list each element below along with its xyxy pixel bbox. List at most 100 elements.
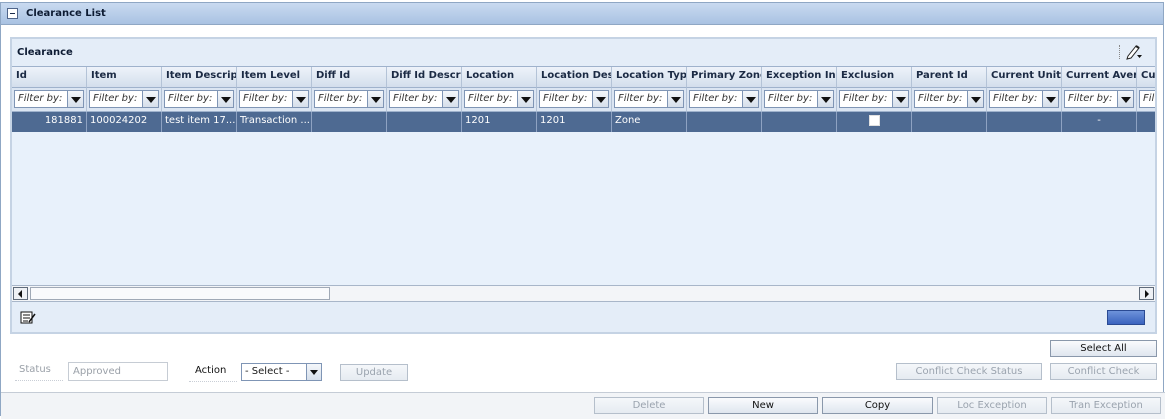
filter-dropdown[interactable]: Filter by: [689, 90, 759, 108]
filter-dropdown[interactable]: Filter by: [614, 90, 684, 108]
scroll-left-icon[interactable] [13, 287, 28, 300]
horizontal-scrollbar[interactable] [12, 285, 1155, 302]
table-cell: 1201 [462, 112, 537, 132]
scrollbar-thumb[interactable] [30, 287, 330, 300]
action-select[interactable]: - Select - [241, 363, 322, 381]
column-header[interactable]: Current Unit R [987, 67, 1062, 88]
column-header[interactable]: Diff Id Descrip [387, 67, 462, 88]
column-header[interactable]: Exclusion [837, 67, 912, 88]
filter-dropdown[interactable]: Filter by: [539, 90, 609, 108]
column-header[interactable]: Primary Zone [687, 67, 762, 88]
chevron-down-icon[interactable] [817, 91, 833, 107]
filter-placeholder: Filter by: [918, 93, 963, 104]
column-header[interactable]: Location Desc [537, 67, 612, 88]
column-header[interactable]: Id [12, 67, 87, 88]
loc-exception-button[interactable]: Loc Exception [937, 397, 1047, 414]
column-filter: Filter by: [987, 88, 1062, 112]
table-cell [762, 112, 837, 132]
table-cell [387, 112, 462, 132]
conflict-check-status-button[interactable]: Conflict Check Status [896, 363, 1042, 380]
table-cell: - [1062, 112, 1137, 132]
filter-dropdown[interactable]: Filter by: [839, 90, 909, 108]
column-header[interactable]: Item [87, 67, 162, 88]
toolbar-divider [1119, 45, 1121, 59]
exclusion-checkbox[interactable] [868, 115, 880, 126]
tran-exception-button[interactable]: Tran Exception [1051, 397, 1161, 414]
column-header[interactable]: Diff Id [312, 67, 387, 88]
column-header[interactable]: Parent Id [912, 67, 987, 88]
new-button[interactable]: New [708, 397, 818, 414]
filter-dropdown[interactable]: Filter by: [914, 90, 984, 108]
chevron-down-icon[interactable] [1117, 91, 1133, 107]
delete-button[interactable]: Delete [594, 397, 704, 414]
filter-dropdown[interactable]: Filter by: [389, 90, 459, 108]
filter-dropdown[interactable]: Filter by: [164, 90, 234, 108]
copy-button[interactable]: Copy [822, 397, 933, 414]
column-filter: Filter by: [1137, 88, 1155, 112]
column-filter: Filter by: [912, 88, 987, 112]
column-filter: Filter by: [612, 88, 687, 112]
apply-button[interactable] [1107, 310, 1145, 325]
column-header[interactable]: Location Type [612, 67, 687, 88]
column-header[interactable]: Cu [1137, 67, 1155, 88]
chevron-down-icon[interactable] [67, 91, 83, 107]
filter-dropdown[interactable]: Filter by: [1064, 90, 1134, 108]
filter-placeholder: Filter by: [393, 93, 438, 104]
table-header-row: IdItemItem DescriptiItem LevelDiff IdDif… [12, 67, 1155, 88]
filter-dropdown[interactable]: Filter by: [1139, 90, 1155, 108]
chevron-down-icon[interactable] [306, 364, 321, 380]
column-header[interactable]: Current Avera [1062, 67, 1137, 88]
pencil-edit-icon[interactable] [1125, 44, 1143, 60]
chevron-down-icon[interactable] [742, 91, 758, 107]
chevron-down-icon[interactable] [442, 91, 458, 107]
filter-dropdown[interactable]: Filter by: [239, 90, 309, 108]
table-cell: Transaction ... [237, 112, 312, 132]
divider [15, 380, 63, 381]
filter-placeholder: Filter by: [543, 93, 588, 104]
collapse-icon[interactable] [7, 8, 18, 19]
notes-icon[interactable] [19, 310, 36, 325]
column-header[interactable]: Item Descripti [162, 67, 237, 88]
filter-dropdown[interactable]: Filter by: [464, 90, 534, 108]
chevron-down-icon[interactable] [892, 91, 908, 107]
chevron-down-icon[interactable] [592, 91, 608, 107]
filter-placeholder: Filter by: [168, 93, 213, 104]
filter-placeholder: Filter by: [243, 93, 288, 104]
filter-dropdown[interactable]: Filter by: [764, 90, 834, 108]
chevron-down-icon[interactable] [292, 91, 308, 107]
clearance-panel: Clearance IdItemItem DescriptiItem Level… [10, 37, 1157, 334]
column-filter: Filter by: [462, 88, 537, 112]
update-button[interactable]: Update [340, 364, 408, 381]
scroll-right-icon[interactable] [1139, 287, 1154, 300]
conflict-check-button[interactable]: Conflict Check [1050, 363, 1157, 380]
column-header[interactable]: Item Level [237, 67, 312, 88]
chevron-down-icon[interactable] [667, 91, 683, 107]
chevron-down-icon[interactable] [217, 91, 233, 107]
filter-placeholder: Filter by: [18, 93, 63, 104]
column-header[interactable]: Location [462, 67, 537, 88]
select-all-button[interactable]: Select All [1050, 340, 1157, 357]
chevron-down-icon[interactable] [967, 91, 983, 107]
table-cell: 100024202 [87, 112, 162, 132]
filter-dropdown[interactable]: Filter by: [314, 90, 384, 108]
column-filter: Filter by: [762, 88, 837, 112]
window-title: Clearance List [26, 8, 106, 19]
filter-dropdown[interactable]: Filter by: [989, 90, 1059, 108]
table-cell [1137, 112, 1155, 132]
filter-dropdown[interactable]: Filter by: [89, 90, 159, 108]
column-filter: Filter by: [687, 88, 762, 112]
window-title-bar: Clearance List [1, 3, 1163, 25]
chevron-down-icon[interactable] [1042, 91, 1058, 107]
chevron-down-icon[interactable] [367, 91, 383, 107]
column-header[interactable]: Exception Ind [762, 67, 837, 88]
chevron-down-icon[interactable] [517, 91, 533, 107]
filter-dropdown[interactable]: Filter by: [14, 90, 84, 108]
table-cell [912, 112, 987, 132]
column-filter: Filter by: [162, 88, 237, 112]
chevron-down-icon[interactable] [142, 91, 158, 107]
table-row[interactable]: 181881 100024202 test item 17... Transactio… [12, 112, 1155, 132]
column-filter: Filter by: [387, 88, 462, 112]
clearance-list-window: Clearance List Clearance Id Item Item Desc… [0, 2, 1165, 419]
column-filter: Filter by: [237, 88, 312, 112]
table-cell: test item 17... [162, 112, 237, 132]
